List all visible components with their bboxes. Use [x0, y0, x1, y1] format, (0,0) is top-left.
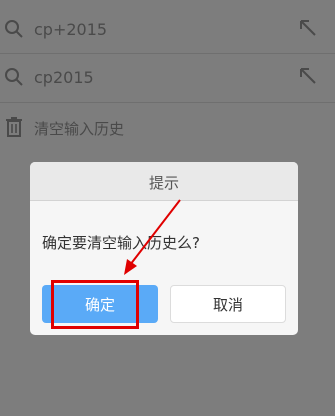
- cancel-button[interactable]: 取消: [170, 285, 286, 323]
- history-item[interactable]: cp+2015: [0, 4, 335, 54]
- search-icon: [5, 68, 23, 86]
- annotation-highlight-box: [51, 280, 139, 329]
- clear-history-label: 清空输入历史: [34, 120, 125, 138]
- history-item[interactable]: cp2015: [0, 52, 335, 102]
- dialog-title-bar: 提示: [30, 162, 298, 201]
- search-icon: [5, 20, 23, 38]
- fill-query-arrow-icon[interactable]: [299, 19, 319, 39]
- history-item-label: cp+2015: [34, 19, 108, 39]
- clear-history-button[interactable]: 清空输入历史: [0, 103, 335, 151]
- dialog-message: 确定要清空输入历史么?: [42, 234, 200, 252]
- trash-icon: [6, 117, 22, 137]
- history-item-label: cp2015: [34, 67, 94, 87]
- dialog-title: 提示: [148, 174, 179, 192]
- fill-query-arrow-icon[interactable]: [299, 67, 319, 87]
